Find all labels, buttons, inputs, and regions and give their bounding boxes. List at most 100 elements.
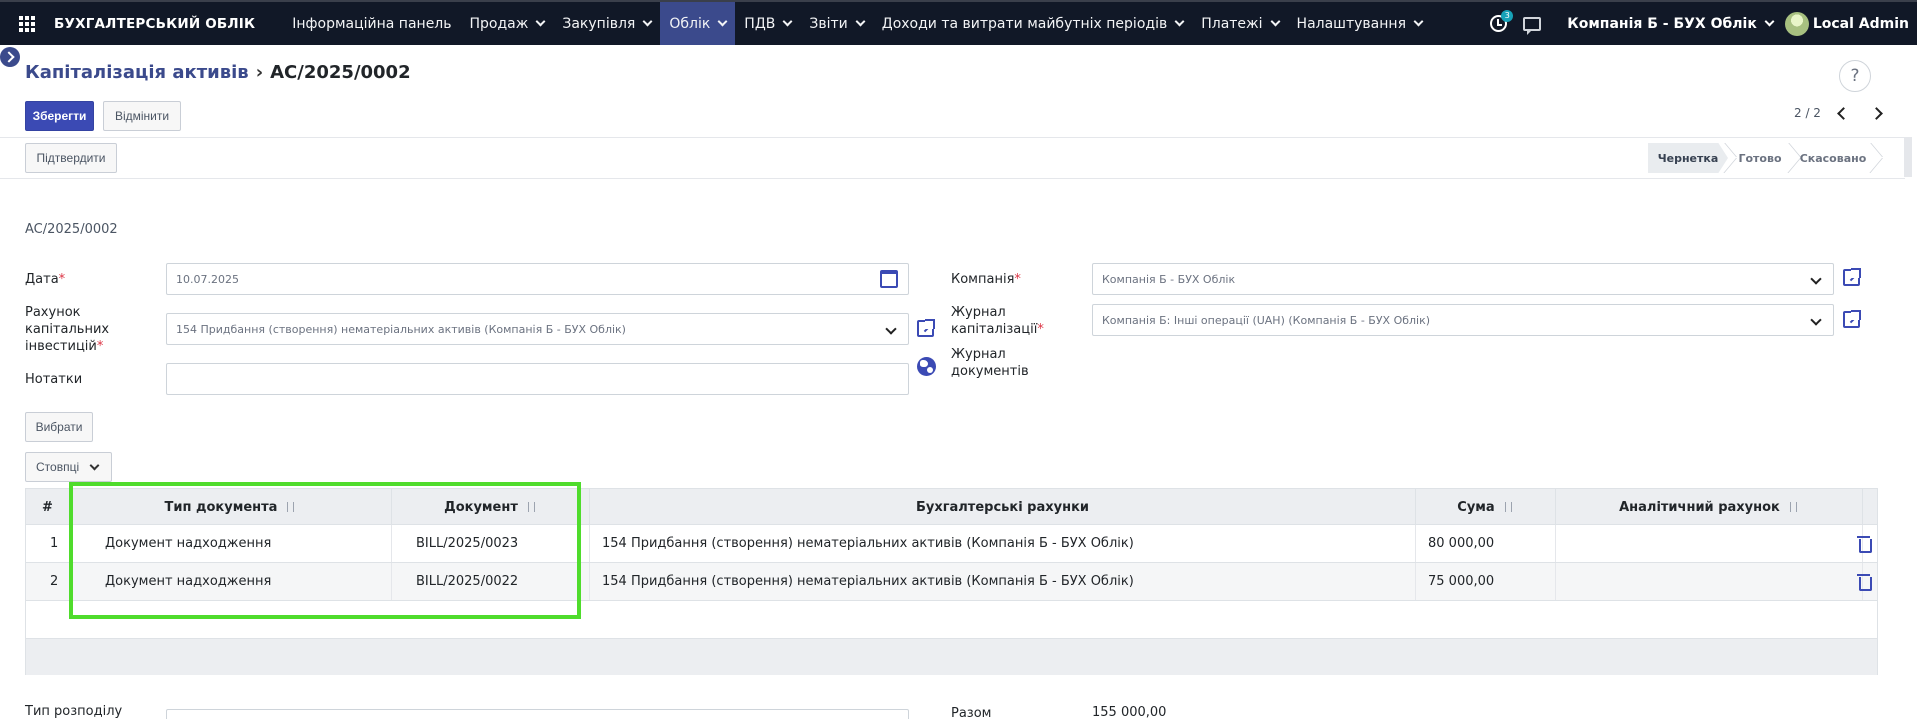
cell-doc_type[interactable]: Документ надходження: [70, 525, 392, 562]
column-header-analytic[interactable]: Аналітичний рахунок: [1556, 489, 1863, 525]
capital-account-value: 154 Придбання (створення) нематеріальних…: [176, 322, 626, 336]
cell-accounts[interactable]: 154 Придбання (створення) нематеріальних…: [590, 525, 1416, 562]
sort-icon[interactable]: [1789, 501, 1799, 513]
menu-item[interactable]: Платежі: [1192, 2, 1287, 45]
journal-select[interactable]: Компанія Б: Інші операції (UAH) (Компані…: [1092, 304, 1834, 336]
status-separator: [1874, 143, 1875, 173]
column-header-label: Сума: [1457, 499, 1495, 515]
menu-item[interactable]: Облік: [660, 2, 736, 45]
cell-analytic[interactable]: [1556, 563, 1863, 600]
menu-item-label: Продаж: [469, 15, 529, 32]
company-select[interactable]: Компанія Б - БУХ Облік: [1092, 263, 1834, 295]
menu-item[interactable]: Продаж: [461, 2, 554, 45]
pager-previous-icon[interactable]: [1837, 106, 1850, 120]
chevron-down-icon: [782, 16, 793, 27]
date-field[interactable]: 10.07.2025: [166, 263, 909, 295]
breadcrumb-parent-link[interactable]: Капіталізація активів: [25, 62, 249, 83]
chevron-down-icon: [885, 323, 897, 335]
add-line-row[interactable]: [26, 601, 1877, 639]
table-header: # Тип документа Документ Бухгалтерські раху…: [26, 489, 1877, 525]
trash-icon[interactable]: [1857, 535, 1872, 553]
activity-count-badge: 3: [1501, 9, 1514, 22]
column-header-doc_type[interactable]: Тип документа: [70, 489, 392, 525]
capital-account-select[interactable]: 154 Придбання (створення) нематеріальних…: [166, 313, 909, 345]
save-button[interactable]: Зберегти: [25, 101, 94, 131]
column-header-document[interactable]: Документ: [392, 489, 590, 525]
menu-item-label: Звіти: [809, 15, 848, 32]
menu-item[interactable]: Закупівля: [553, 2, 660, 45]
column-header-accounts[interactable]: Бухгалтерські рахунки: [590, 489, 1416, 525]
navbar-systray: 3 Компанія Б - БУХ Облік Local Admin: [1481, 2, 1917, 45]
chevron-down-icon: [1270, 16, 1280, 27]
menu-item[interactable]: ПДВ: [735, 2, 800, 45]
cell-amount[interactable]: 75 000,00: [1416, 563, 1556, 600]
cell-num[interactable]: 1: [26, 525, 70, 562]
discard-button[interactable]: Відмінити: [103, 101, 181, 131]
cell-document[interactable]: BILL/2025/0022: [392, 563, 590, 600]
menu-item[interactable]: Інформаційна панель: [283, 2, 460, 45]
column-header-actions: [1863, 489, 1877, 525]
document-journal-label-line: документів: [951, 364, 1029, 379]
table-footer: [26, 639, 1877, 675]
capital-account-label-line: інвестицій*: [25, 339, 104, 354]
menu-item-label: Налаштування: [1296, 15, 1406, 32]
menu-item[interactable]: Доходи та витрати майбутніх періодів: [873, 2, 1192, 45]
scrollbar[interactable]: [1904, 137, 1912, 177]
chevron-down-icon: [89, 460, 100, 470]
app-brand[interactable]: БУХГАЛТЕРСЬКИЙ ОБЛІК: [54, 16, 255, 32]
menu-item[interactable]: Налаштування: [1288, 2, 1431, 45]
table-row[interactable]: 2 Документ надходження BILL/2025/0022 154 П…: [26, 563, 1877, 601]
cell-num[interactable]: 2: [26, 563, 70, 600]
chevron-down-icon: [855, 16, 866, 27]
cell-document[interactable]: BILL/2025/0023: [392, 525, 590, 562]
column-header-amount[interactable]: Сума: [1416, 489, 1556, 525]
menu-item[interactable]: Звіти: [800, 2, 872, 45]
sidebar-toggle-chevron-icon[interactable]: [0, 47, 20, 67]
chevron-down-icon: [1174, 16, 1185, 27]
grid-icon: [19, 15, 35, 32]
select-button[interactable]: Вибрати: [25, 412, 93, 442]
pager-next-icon[interactable]: [1870, 106, 1883, 120]
messages-button[interactable]: [1521, 13, 1543, 35]
avatar[interactable]: [1784, 11, 1809, 36]
cell-doc_type[interactable]: Документ надходження: [70, 563, 392, 600]
chevron-down-icon: [1810, 273, 1822, 285]
activity-button[interactable]: 3: [1487, 9, 1514, 35]
capital-account-label: Рахунок капітальних інвестицій*: [25, 304, 109, 355]
lines-table: # Тип документа Документ Бухгалтерські раху…: [25, 488, 1878, 675]
journal-external-link-icon[interactable]: [1843, 310, 1861, 328]
user-menu[interactable]: Local Admin: [1813, 16, 1909, 32]
app-menu-button[interactable]: [0, 2, 54, 45]
sort-icon[interactable]: [527, 501, 537, 513]
pager-value[interactable]: 2 / 2: [1794, 106, 1821, 120]
chevron-down-icon: [717, 16, 728, 27]
notes-field[interactable]: [166, 363, 909, 395]
cell-accounts[interactable]: 154 Придбання (створення) нематеріальних…: [590, 563, 1416, 600]
date-label: Дата*: [25, 272, 66, 287]
journal-label-line: Журнал: [951, 305, 1006, 320]
chevron-down-icon: [535, 16, 546, 27]
confirm-button[interactable]: Підтвердити: [25, 143, 117, 173]
company-switcher-label: Компанія Б - БУХ Облік: [1567, 15, 1757, 32]
chevron-down-icon: [1810, 314, 1822, 326]
menu-item-label: Закупівля: [562, 15, 636, 32]
table-row[interactable]: 1 Документ надходження BILL/2025/0023 154 П…: [26, 525, 1877, 563]
main-menu: Інформаційна панель Продаж Закупівля Облік П…: [283, 2, 1431, 45]
help-button[interactable]: ?: [1839, 60, 1871, 92]
sort-icon[interactable]: [1504, 501, 1514, 513]
journal-value: Компанія Б: Інші операції (UAH) (Компані…: [1102, 313, 1431, 327]
cell-analytic[interactable]: [1556, 525, 1863, 562]
globe-icon[interactable]: [917, 357, 936, 376]
sort-icon[interactable]: [286, 501, 296, 513]
columns-button[interactable]: Стовпці: [25, 452, 112, 482]
cell-amount[interactable]: 80 000,00: [1416, 525, 1556, 562]
trash-icon[interactable]: [1857, 573, 1872, 591]
company-switcher[interactable]: Компанія Б - БУХ Облік: [1567, 15, 1775, 32]
column-header-num[interactable]: #: [26, 489, 70, 525]
total-label: Разом: [951, 706, 992, 719]
calendar-icon[interactable]: [880, 270, 898, 288]
capital-account-external-link-icon[interactable]: [917, 319, 935, 337]
pager: 2 / 2: [1794, 106, 1883, 120]
company-external-link-icon[interactable]: [1843, 268, 1861, 286]
distribution-type-field[interactable]: [166, 709, 909, 719]
